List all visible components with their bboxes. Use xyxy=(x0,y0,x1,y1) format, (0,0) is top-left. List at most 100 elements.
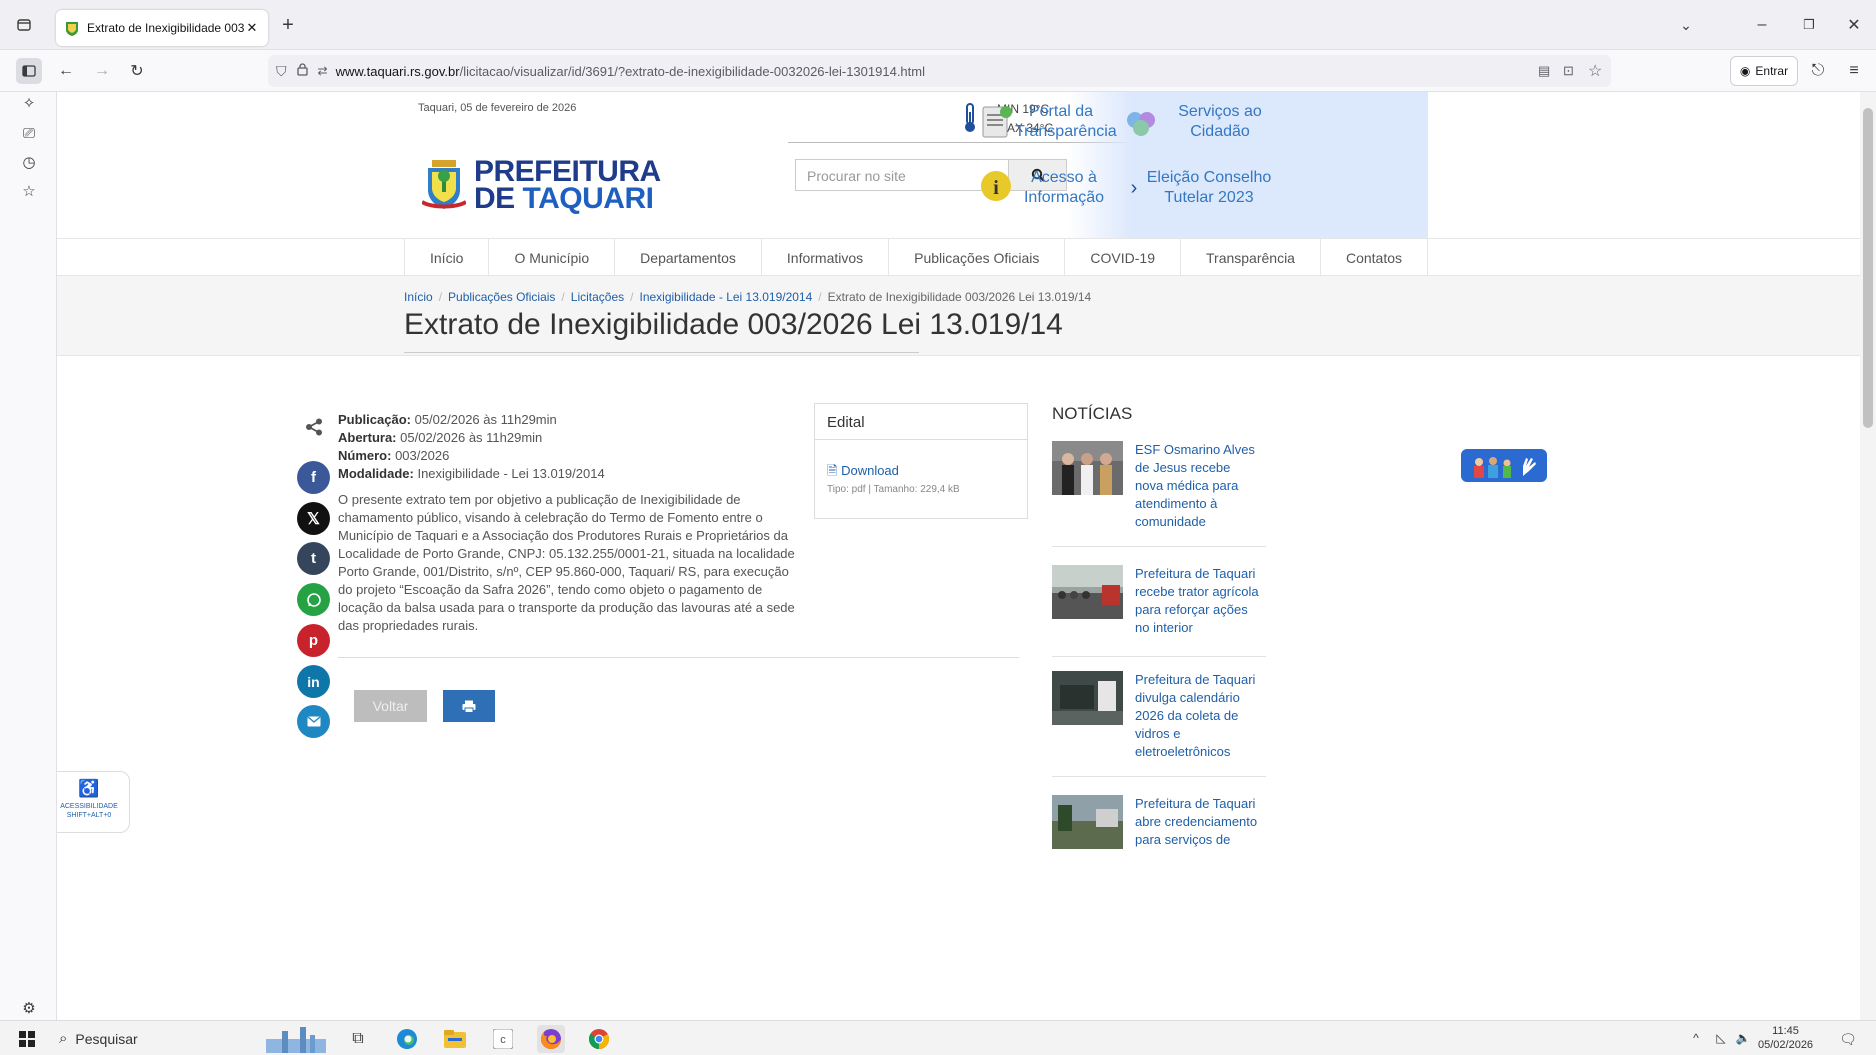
back-icon[interactable]: ← xyxy=(56,61,76,81)
download-label: Download xyxy=(841,463,899,478)
site-logo[interactable]: PREFEITURA DE TAQUARI xyxy=(422,157,661,214)
bookmarks-icon[interactable]: ☆ xyxy=(18,180,40,202)
print-button[interactable] xyxy=(443,690,495,722)
synced-tabs-icon[interactable]: ⎚ xyxy=(18,122,40,144)
email-share-icon[interactable] xyxy=(297,705,330,738)
meta-value: 05/02/2026 às 11h29min xyxy=(414,412,557,427)
whatsapp-share-icon[interactable] xyxy=(297,583,330,616)
chevron-down-icon[interactable]: ⌄ xyxy=(1676,15,1696,35)
edge-icon[interactable] xyxy=(395,1027,419,1051)
content-divider xyxy=(338,657,1019,658)
sign-in-button[interactable]: ◉ Entrar xyxy=(1730,56,1798,86)
app-c-icon[interactable]: c xyxy=(492,1028,514,1050)
firefox-icon[interactable] xyxy=(537,1025,565,1053)
tab-list-icon[interactable] xyxy=(14,15,34,35)
breadcrumb-home[interactable]: Início xyxy=(404,290,433,304)
url-path: /licitacao/visualizar/id/3691/?extrato-d… xyxy=(459,63,925,79)
ai-sparkle-icon[interactable]: ✧ xyxy=(18,92,40,114)
quick-link-information-access[interactable]: Acesso à Informação xyxy=(1019,168,1109,208)
file-explorer-icon[interactable] xyxy=(443,1027,467,1051)
save-page-icon[interactable]: ⊡ xyxy=(1563,63,1574,79)
linkedin-share-icon[interactable]: in xyxy=(297,665,330,698)
pinterest-share-icon[interactable]: p xyxy=(297,624,330,657)
menu-item-3[interactable]: Informativos xyxy=(760,239,888,277)
permissions-icon[interactable]: ⇄ xyxy=(318,64,328,78)
menu-icon[interactable]: ≡ xyxy=(1844,61,1864,81)
accessibility-button[interactable]: ♿ ACESSIBILIDADE SHIFT+ALT+0 xyxy=(57,771,130,833)
navigation-bar: ← → ↻ ⛉ ⇄ www.taquari.rs.gov.br/licitaca… xyxy=(0,50,1876,92)
taskbar-clock[interactable]: 11:45 05/02/2026 xyxy=(1758,1024,1813,1052)
quick-link-label: Portal da xyxy=(1028,103,1094,120)
back-button[interactable]: Voltar xyxy=(354,690,427,722)
chevron-up-icon[interactable]: ^ xyxy=(1688,1030,1704,1046)
news-title[interactable]: Prefeitura de Taquari divulga calendário… xyxy=(1135,671,1260,761)
menu-item-0[interactable]: Início xyxy=(404,239,488,277)
minimize-icon[interactable]: – xyxy=(1752,15,1772,35)
taskbar-search[interactable]: ⌕ Pesquisar xyxy=(59,1025,279,1052)
clock-date: 05/02/2026 xyxy=(1758,1039,1814,1051)
quick-link-label: Transparência xyxy=(1015,123,1117,140)
chrome-icon[interactable] xyxy=(587,1027,611,1051)
news-thumbnail xyxy=(1052,671,1123,725)
network-icon[interactable]: ◺ xyxy=(1712,1030,1730,1046)
forward-icon[interactable]: → xyxy=(92,61,112,81)
logo-line2: DE TAQUARI xyxy=(474,184,661,214)
share-icon[interactable] xyxy=(305,418,323,436)
menu-item-5[interactable]: COVID-19 xyxy=(1064,239,1180,277)
news-item[interactable]: Prefeitura de Taquari recebe trator agrí… xyxy=(1052,565,1266,657)
quick-link-election[interactable]: Eleição Conselho Tutelar 2023 xyxy=(1145,168,1273,208)
new-tab-icon[interactable]: + xyxy=(278,14,298,36)
history-icon[interactable]: ◷ xyxy=(18,151,40,173)
site-search-input[interactable]: Procurar no site xyxy=(795,159,1009,191)
url-domain: www.taquari.rs.gov.br xyxy=(335,63,460,79)
quick-link-citizen-services[interactable]: Serviços ao Cidadão xyxy=(1165,102,1275,142)
breadcrumb-bids[interactable]: Licitações xyxy=(571,290,624,304)
news-item[interactable]: Prefeitura de Taquari abre credenciament… xyxy=(1052,795,1266,857)
menu-item-1[interactable]: O Município xyxy=(488,239,614,277)
page-scrollbar[interactable] xyxy=(1860,92,1876,1020)
download-link[interactable]: 🗎 Download xyxy=(827,462,899,484)
quick-link-transparency[interactable]: Portal da Transparência xyxy=(1015,102,1117,142)
print-icon xyxy=(462,700,476,713)
url-bar[interactable]: ⛉ ⇄ www.taquari.rs.gov.br/licitacao/visu… xyxy=(268,55,1611,87)
close-tab-icon[interactable]: ✕ xyxy=(244,20,260,36)
bookmark-star-icon[interactable]: ☆ xyxy=(1588,61,1602,81)
menu-item-2[interactable]: Departamentos xyxy=(614,239,761,277)
scrollbar-thumb[interactable] xyxy=(1863,108,1873,428)
sidebar-toggle-icon[interactable] xyxy=(16,58,42,84)
taskbar-search-label: Pesquisar xyxy=(75,1030,138,1047)
menu-item-4[interactable]: Publicações Oficiais xyxy=(888,239,1064,277)
breadcrumb-inexigibility[interactable]: Inexigibilidade - Lei 13.019/2014 xyxy=(639,290,812,304)
task-view-icon[interactable]: ⧉ xyxy=(348,1029,368,1049)
meta-value: 003/2026 xyxy=(395,448,450,463)
shield-icon[interactable]: ⛉ xyxy=(276,63,287,80)
news-title[interactable]: Prefeitura de Taquari abre credenciament… xyxy=(1135,795,1260,849)
lock-icon[interactable] xyxy=(296,63,308,79)
volume-muted-icon[interactable]: 🔈 xyxy=(1734,1030,1752,1046)
reader-view-icon[interactable]: ▤ xyxy=(1538,63,1550,79)
news-title[interactable]: ESF Osmarino Alves de Jesus recebe nova … xyxy=(1135,441,1260,531)
close-window-icon[interactable]: ✕ xyxy=(1844,15,1864,35)
news-title[interactable]: Prefeitura de Taquari recebe trator agrí… xyxy=(1135,565,1260,637)
meta-modalidade: Modalidade: Inexigibilidade - Lei 13.019… xyxy=(338,465,605,483)
x-share-icon[interactable]: 𝕏 xyxy=(297,502,330,535)
file-info: Tipo: pdf | Tamanho: 229,4 kB xyxy=(827,484,960,495)
restore-icon[interactable]: ❐ xyxy=(1799,15,1819,35)
facebook-share-icon[interactable]: f xyxy=(297,461,330,494)
breadcrumb-official-publications[interactable]: Publicações Oficiais xyxy=(448,290,555,304)
chevron-right-icon[interactable]: › xyxy=(1124,178,1144,198)
menu-item-6[interactable]: Transparência xyxy=(1180,239,1320,277)
notifications-icon[interactable]: 🗨 xyxy=(1838,1029,1858,1049)
news-item[interactable]: Prefeitura de Taquari divulga calendário… xyxy=(1052,671,1266,777)
web-page: Taquari, 05 de fevereiro de 2026 PREFEIT… xyxy=(57,92,1860,1020)
news-item[interactable]: ESF Osmarino Alves de Jesus recebe nova … xyxy=(1052,441,1266,547)
vlibras-widget[interactable] xyxy=(1461,449,1547,482)
windows-start-icon[interactable] xyxy=(18,1030,36,1048)
menu-item-7[interactable]: Contatos xyxy=(1319,239,1429,277)
settings-gear-icon[interactable]: ⚙ xyxy=(18,997,40,1019)
title-underline xyxy=(404,352,919,353)
share-extension-icon[interactable]: ⎋ xyxy=(1808,61,1828,81)
tumblr-share-icon[interactable]: t xyxy=(297,542,330,575)
reload-icon[interactable]: ↻ xyxy=(127,61,147,81)
tab-active[interactable]: Extrato de Inexigibilidade 003/2 ✕ xyxy=(56,10,268,46)
